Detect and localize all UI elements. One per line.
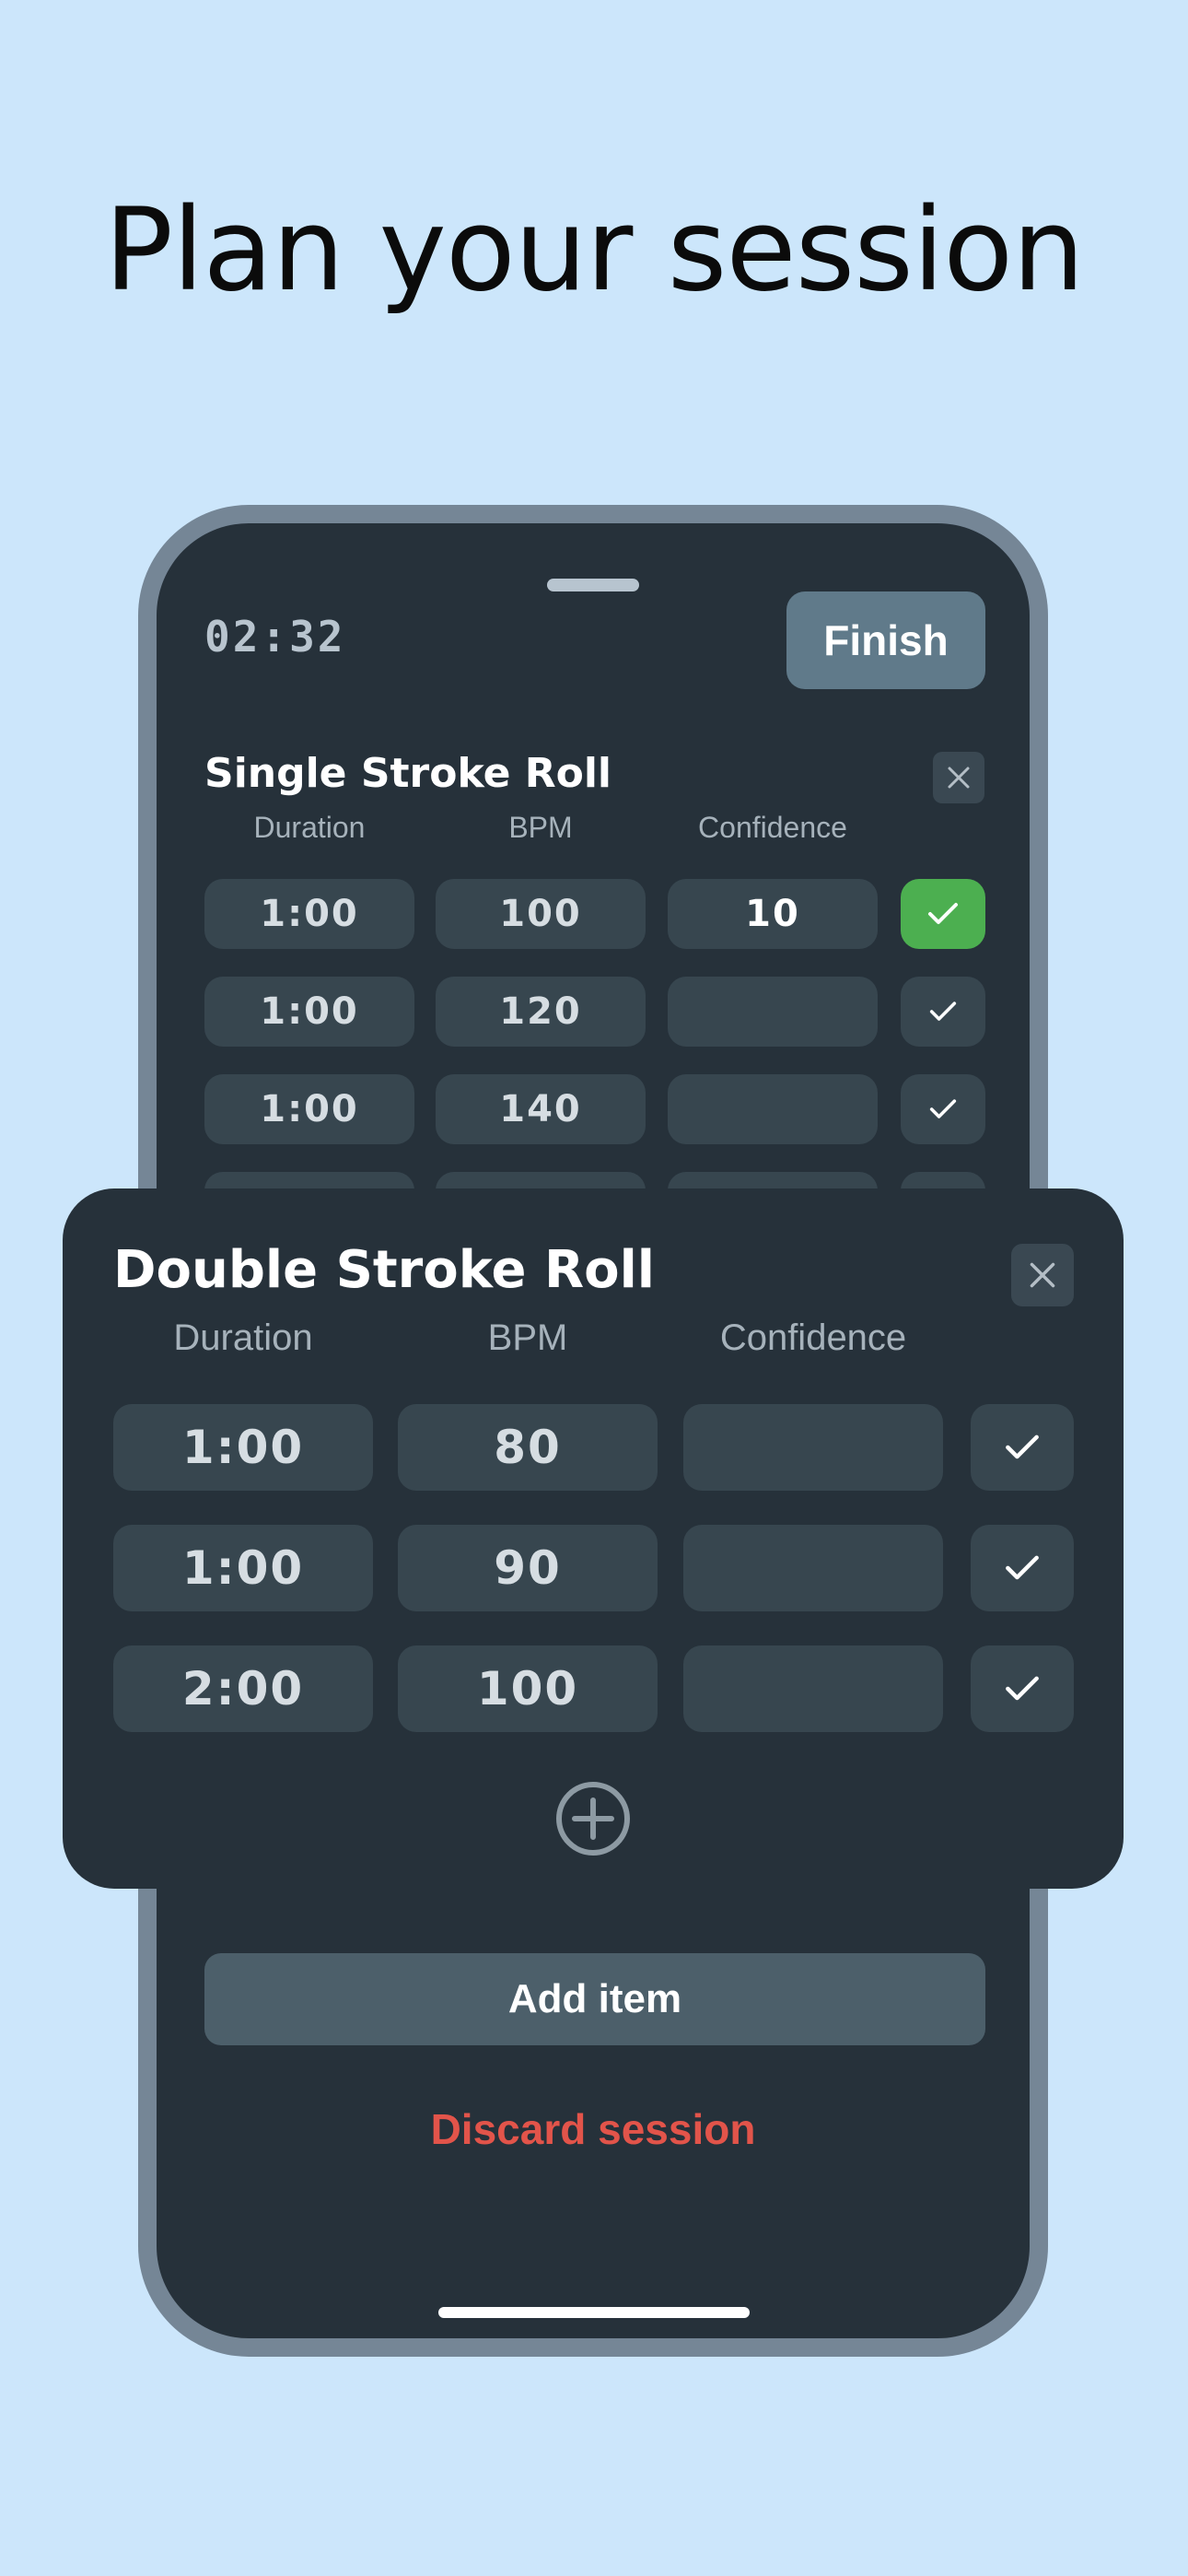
finish-button[interactable]: Finish — [786, 591, 985, 689]
duration-field[interactable]: 1:00 — [204, 879, 414, 949]
column-header-duration: Duration — [173, 1317, 313, 1358]
exercise-title: Double Stroke Roll — [113, 1240, 655, 1300]
complete-set-button[interactable] — [971, 1645, 1074, 1732]
remove-exercise-button[interactable] — [933, 752, 984, 803]
exercise-title: Single Stroke Roll — [204, 750, 611, 797]
close-icon — [1030, 1262, 1055, 1288]
confidence-field[interactable] — [683, 1525, 943, 1611]
close-icon — [948, 767, 970, 789]
bpm-field[interactable]: 100 — [436, 879, 646, 949]
bpm-field[interactable]: 140 — [436, 1074, 646, 1144]
complete-set-button[interactable] — [901, 977, 985, 1047]
complete-set-button[interactable] — [971, 1404, 1074, 1491]
add-item-button[interactable]: Add item — [204, 1953, 985, 2045]
checkmark-icon — [1006, 1434, 1039, 1459]
bpm-field[interactable]: 90 — [398, 1525, 658, 1611]
sheet-grabber[interactable] — [547, 579, 639, 591]
add-set-button[interactable] — [554, 1780, 632, 1857]
bpm-field[interactable]: 80 — [398, 1404, 658, 1491]
session-timer: 02:32 — [204, 612, 346, 662]
column-header-confidence: Confidence — [719, 1317, 907, 1358]
checkmark-icon — [1006, 1555, 1039, 1580]
duration-field[interactable]: 2:00 — [113, 1645, 373, 1732]
home-indicator — [438, 2307, 750, 2318]
checkmark-icon — [929, 1099, 957, 1118]
headline: Plan your session — [104, 184, 1084, 317]
bpm-field[interactable]: 120 — [436, 977, 646, 1047]
complete-set-button[interactable] — [971, 1525, 1074, 1611]
checkmark-icon — [1006, 1676, 1039, 1701]
confidence-field[interactable] — [668, 977, 878, 1047]
confidence-field[interactable] — [668, 1074, 878, 1144]
duration-field[interactable]: 1:00 — [113, 1404, 373, 1491]
column-header-bpm: BPM — [508, 811, 573, 844]
confidence-field[interactable] — [683, 1404, 943, 1491]
confidence-field[interactable]: 10 — [668, 879, 878, 949]
checkmark-icon — [928, 903, 958, 924]
duration-field[interactable]: 1:00 — [113, 1525, 373, 1611]
confidence-field[interactable] — [683, 1645, 943, 1732]
duration-field[interactable]: 1:00 — [204, 977, 414, 1047]
exercise-card-zoomed: Double Stroke Roll Duration BPM Confiden… — [63, 1188, 1124, 1889]
remove-exercise-button[interactable] — [1011, 1244, 1074, 1306]
column-header-duration: Duration — [253, 811, 366, 844]
duration-field[interactable]: 1:00 — [204, 1074, 414, 1144]
bpm-field[interactable]: 100 — [398, 1645, 658, 1732]
discard-session-button[interactable]: Discard session — [157, 2104, 1030, 2154]
plus-circle-icon — [556, 1782, 630, 1856]
complete-set-button[interactable] — [901, 879, 985, 949]
checkmark-icon — [929, 1001, 957, 1021]
complete-set-button[interactable] — [901, 1074, 985, 1144]
column-header-bpm: BPM — [487, 1317, 568, 1358]
column-header-confidence: Confidence — [698, 811, 847, 844]
